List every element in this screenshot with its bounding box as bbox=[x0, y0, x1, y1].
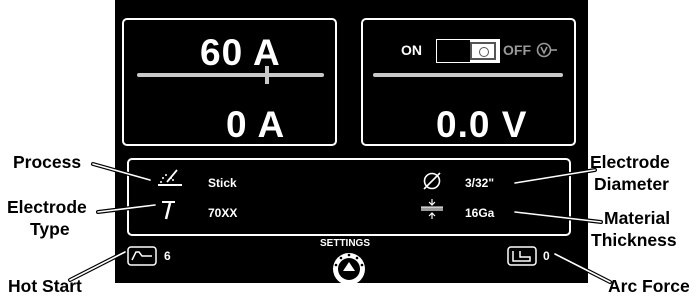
callout-leader-lines bbox=[68, 162, 612, 284]
